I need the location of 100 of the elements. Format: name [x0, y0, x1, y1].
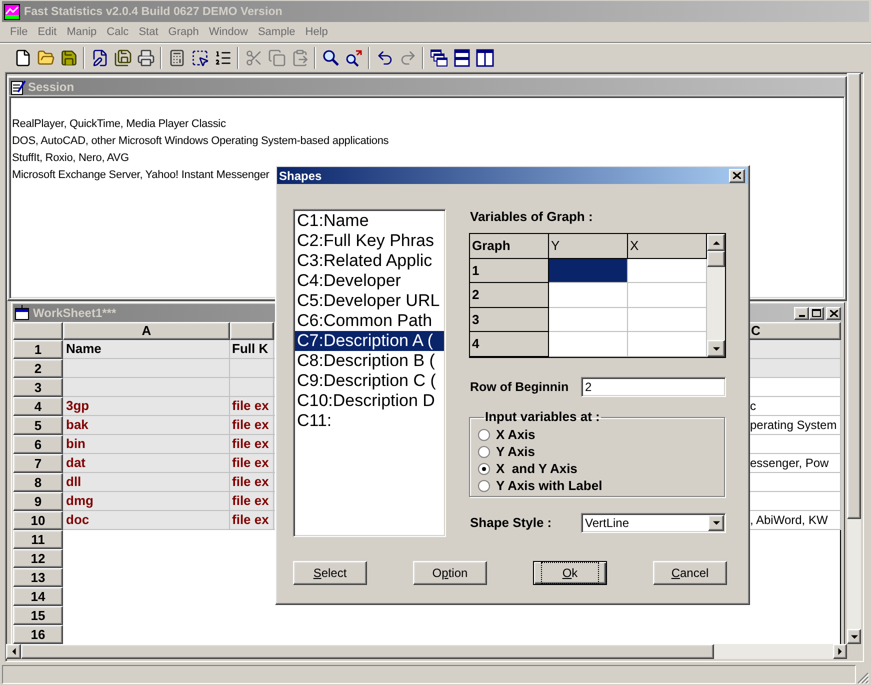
column-header[interactable]: A — [63, 322, 230, 340]
grid-cell[interactable] — [628, 332, 707, 357]
list-item[interactable]: C10:Description D — [295, 391, 444, 411]
menu-item[interactable]: Edit — [32, 24, 62, 40]
list-item[interactable]: C11: — [295, 411, 444, 431]
scroll-left-button[interactable] — [6, 644, 21, 659]
minimize-button[interactable] — [794, 306, 809, 320]
row-header[interactable]: 2 — [13, 359, 63, 378]
magnifier-arrow-icon[interactable] — [344, 48, 362, 66]
radio-icon[interactable] — [478, 462, 490, 474]
row-header[interactable]: 14 — [13, 587, 63, 606]
row-header[interactable]: 12 — [13, 549, 63, 568]
table-cell: bin — [63, 435, 230, 454]
row-header[interactable]: 10 — [13, 511, 63, 530]
row-header[interactable]: 8 — [13, 473, 63, 492]
list-item[interactable]: C8:Description B ( — [295, 351, 444, 371]
ok-button[interactable]: Ok — [533, 561, 607, 585]
table-cell: file ex — [230, 397, 274, 416]
log-line: DOS, AutoCAD, other Microsoft Windows Operating System-based applications — [12, 134, 389, 149]
folder-icon[interactable] — [36, 48, 54, 66]
menu-item[interactable]: Stat — [134, 24, 164, 40]
size-grip-icon[interactable] — [857, 672, 869, 684]
column-header: Y — [549, 234, 628, 259]
row-header[interactable]: 4 — [13, 397, 63, 416]
cascade-windows-icon[interactable] — [430, 48, 448, 66]
row-header[interactable]: 7 — [13, 454, 63, 473]
scrollbar-thumb[interactable] — [707, 251, 725, 267]
document-pen-icon[interactable] — [90, 48, 108, 66]
stacked-panes-icon[interactable] — [452, 48, 470, 66]
grid-cell[interactable] — [628, 308, 707, 332]
radio-icon[interactable] — [478, 480, 490, 492]
cancel-button[interactable]: Cancel — [653, 561, 727, 585]
radio-icon[interactable] — [478, 446, 490, 458]
row-of-beginning-label: Row of Beginnin — [469, 378, 570, 396]
row-header[interactable]: 11 — [13, 530, 63, 549]
close-button[interactable] — [729, 168, 745, 182]
shape-style-dropdown[interactable]: VertLine — [581, 513, 726, 533]
row-header[interactable]: 15 — [13, 606, 63, 625]
row-header[interactable]: 6 — [13, 435, 63, 454]
scrollbar-thumb[interactable] — [21, 644, 714, 659]
radio-icon[interactable] — [478, 428, 490, 440]
row-of-beginning-input[interactable]: 2 — [581, 377, 726, 397]
side-by-side-panes-icon[interactable] — [476, 48, 494, 66]
menu-item[interactable]: File — [5, 24, 33, 40]
maximize-button[interactable] — [809, 306, 824, 320]
grid-cell[interactable] — [628, 258, 707, 284]
list-item[interactable]: C7:Description A ( — [295, 331, 444, 351]
scroll-up-button[interactable] — [707, 234, 725, 251]
list-item[interactable]: C2:Full Key Phras — [295, 231, 444, 251]
dashed-selection-icon[interactable] — [190, 48, 208, 66]
grid-cell[interactable] — [549, 283, 628, 308]
column-header: X — [628, 234, 707, 259]
search-icon[interactable] — [322, 48, 340, 66]
row-header[interactable]: 1 — [13, 340, 63, 359]
list-item[interactable]: C4:Developer — [295, 271, 444, 291]
menu-item[interactable]: Window — [204, 24, 253, 40]
scrollbar-thumb[interactable] — [847, 73, 861, 519]
menu-item[interactable]: Help — [300, 24, 333, 40]
menu-item[interactable]: Calc — [102, 24, 134, 40]
dropdown-button[interactable] — [708, 515, 724, 531]
grid-cell[interactable] — [549, 308, 628, 332]
row-header[interactable]: 13 — [13, 568, 63, 587]
menu-item[interactable]: Graph — [163, 24, 204, 40]
row-header: 1 — [470, 258, 549, 284]
radio-option[interactable]: X Axis — [478, 426, 536, 443]
floppy-disks-icon[interactable] — [114, 48, 132, 66]
column-header[interactable] — [230, 322, 274, 340]
dialog-title: Shapes — [279, 168, 322, 184]
list-item[interactable]: C1:Name — [295, 211, 444, 231]
printer-icon[interactable] — [136, 48, 154, 66]
list-item[interactable]: C5:Developer URL — [295, 291, 444, 311]
scroll-right-button[interactable] — [833, 644, 847, 659]
triangle-down-icon — [712, 346, 720, 350]
grid-cell[interactable] — [628, 283, 707, 308]
radio-option[interactable]: Y Axis — [478, 443, 536, 460]
option-button[interactable]: Option — [413, 561, 487, 585]
grid-cell[interactable] — [549, 332, 628, 357]
list-item[interactable]: C3:Related Applic — [295, 251, 444, 271]
row-header[interactable]: 9 — [13, 492, 63, 511]
table-cell: 3gp — [63, 397, 230, 416]
select-button[interactable]: Select — [293, 561, 367, 585]
table-cell: dmg — [63, 492, 230, 511]
menu-item[interactable]: Sample — [252, 24, 300, 40]
grid-cell[interactable] — [549, 258, 628, 284]
list-item[interactable]: C6:Common Path — [295, 311, 444, 331]
list-item[interactable]: C9:Description C ( — [295, 371, 444, 391]
row-header[interactable]: 3 — [13, 378, 63, 397]
scroll-down-button[interactable] — [847, 629, 861, 644]
menu-item[interactable]: Manip — [62, 24, 102, 40]
calculator-icon[interactable] — [168, 48, 186, 66]
undo-icon[interactable] — [376, 48, 394, 66]
radio-option[interactable]: Y Axis with Label — [478, 477, 602, 494]
row-header[interactable]: 5 — [13, 416, 63, 435]
scroll-down-button[interactable] — [707, 340, 725, 357]
row-header[interactable]: 16 — [13, 625, 63, 644]
radio-option[interactable]: X and Y Axis — [478, 460, 578, 477]
numbered-list-icon[interactable] — [214, 48, 232, 66]
blank-page-icon[interactable] — [14, 48, 32, 66]
close-button[interactable] — [826, 306, 841, 320]
table-cell: file ex — [230, 473, 274, 492]
